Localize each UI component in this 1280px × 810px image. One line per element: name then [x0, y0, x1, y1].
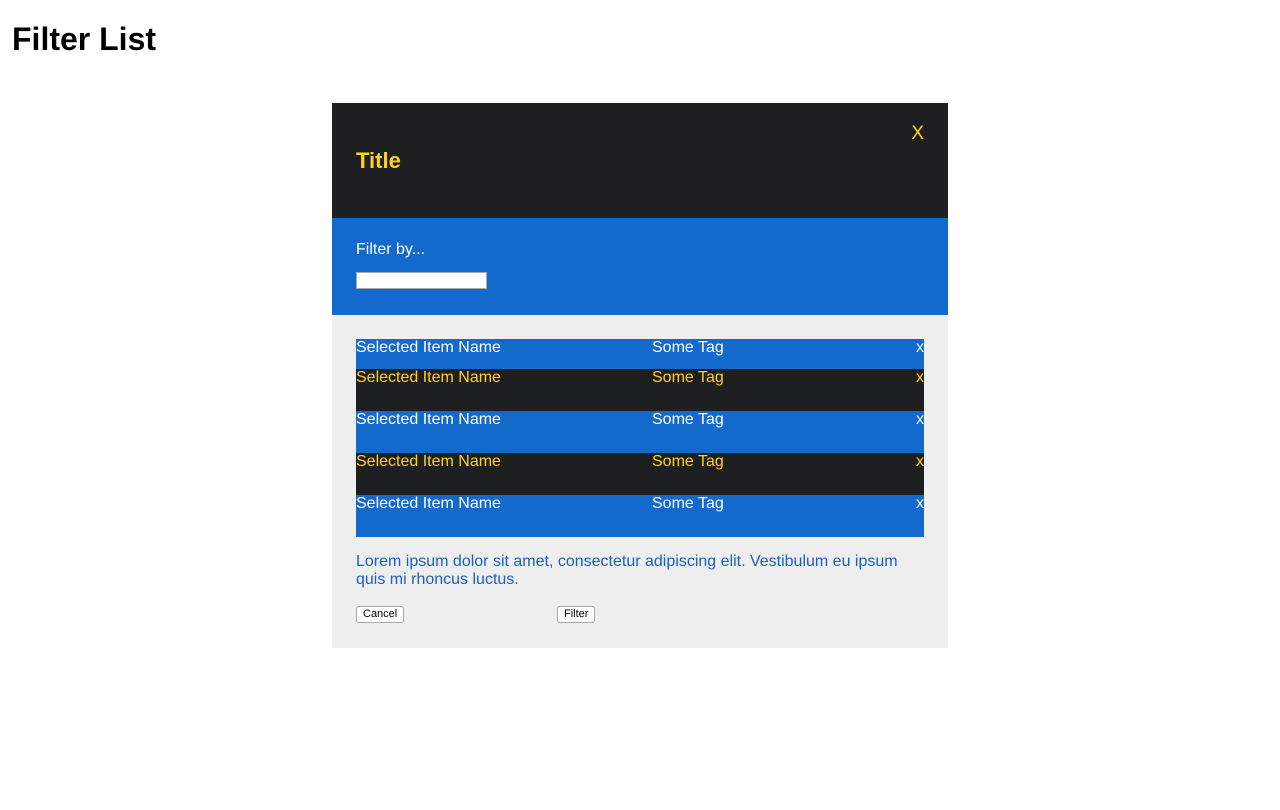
item-name: Selected Item Name: [356, 411, 501, 428]
selected-item-list: Selected Item Name Some Tag x Selected I…: [356, 339, 924, 537]
remove-item-button[interactable]: x: [916, 495, 924, 513]
list-item: Selected Item Name Some Tag x: [356, 411, 924, 453]
description-text: Lorem ipsum dolor sit amet, consectetur …: [356, 553, 898, 588]
filter-input[interactable]: [356, 272, 487, 289]
item-tag: Some Tag: [652, 495, 724, 512]
filter-label: Filter by...: [356, 241, 426, 258]
list-item: Selected Item Name Some Tag x: [356, 453, 924, 495]
filter-modal: Title X Filter by... Selected Item Name …: [332, 103, 948, 648]
remove-item-button[interactable]: x: [916, 411, 924, 429]
remove-item-button[interactable]: x: [916, 453, 924, 471]
modal-header: Title X: [332, 103, 948, 218]
action-bar: Cancel Filter: [356, 606, 924, 623]
list-item: Selected Item Name Some Tag x: [356, 369, 924, 411]
cancel-button[interactable]: Cancel: [356, 606, 405, 623]
remove-item-button[interactable]: x: [916, 339, 924, 357]
list-item: Selected Item Name Some Tag x: [356, 495, 924, 537]
item-tag: Some Tag: [652, 369, 724, 386]
list-item: Selected Item Name Some Tag x: [356, 339, 924, 369]
filter-section: Filter by...: [332, 218, 948, 315]
list-section: Selected Item Name Some Tag x Selected I…: [332, 315, 948, 648]
item-tag: Some Tag: [652, 411, 724, 428]
filter-button[interactable]: Filter: [557, 606, 596, 623]
close-button[interactable]: X: [911, 123, 924, 145]
item-name: Selected Item Name: [356, 495, 501, 512]
item-tag: Some Tag: [652, 453, 724, 470]
item-name: Selected Item Name: [356, 369, 501, 386]
item-name: Selected Item Name: [356, 339, 501, 356]
modal-title: Title: [356, 148, 401, 173]
item-name: Selected Item Name: [356, 453, 501, 470]
page-title: Filter List: [12, 21, 157, 57]
remove-item-button[interactable]: x: [916, 369, 924, 387]
item-tag: Some Tag: [652, 339, 724, 356]
